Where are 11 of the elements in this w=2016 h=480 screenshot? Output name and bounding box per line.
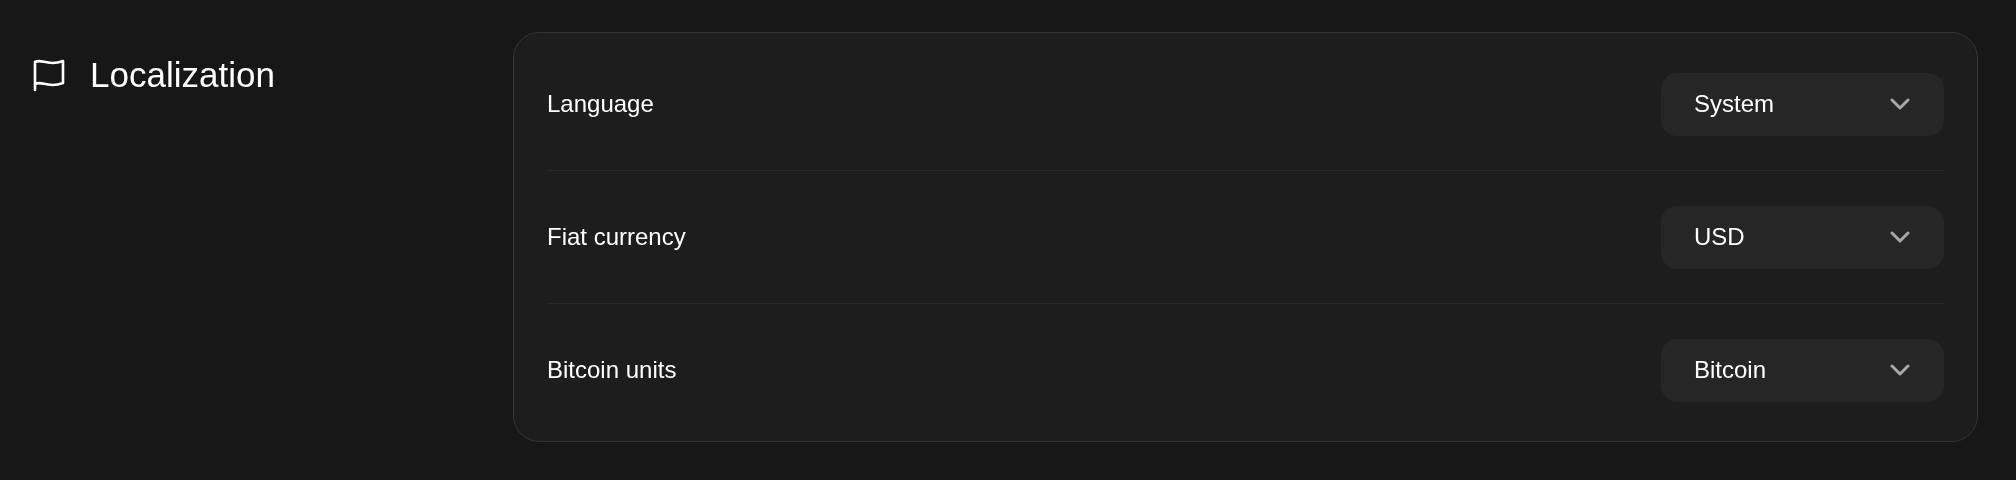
chevron-down-icon [1890, 231, 1910, 243]
chevron-down-icon [1890, 98, 1910, 110]
flag-icon [32, 58, 66, 92]
setting-label: Fiat currency [547, 223, 686, 251]
dropdown[interactable]: Bitcoin [1661, 338, 1944, 402]
section-title: Localization [90, 55, 275, 95]
chevron-down-icon [1890, 364, 1910, 376]
setting-label: Language [547, 90, 654, 118]
dropdown[interactable]: USD [1661, 205, 1944, 269]
dropdown[interactable]: System [1661, 72, 1944, 136]
setting-label: Bitcoin units [547, 356, 677, 384]
